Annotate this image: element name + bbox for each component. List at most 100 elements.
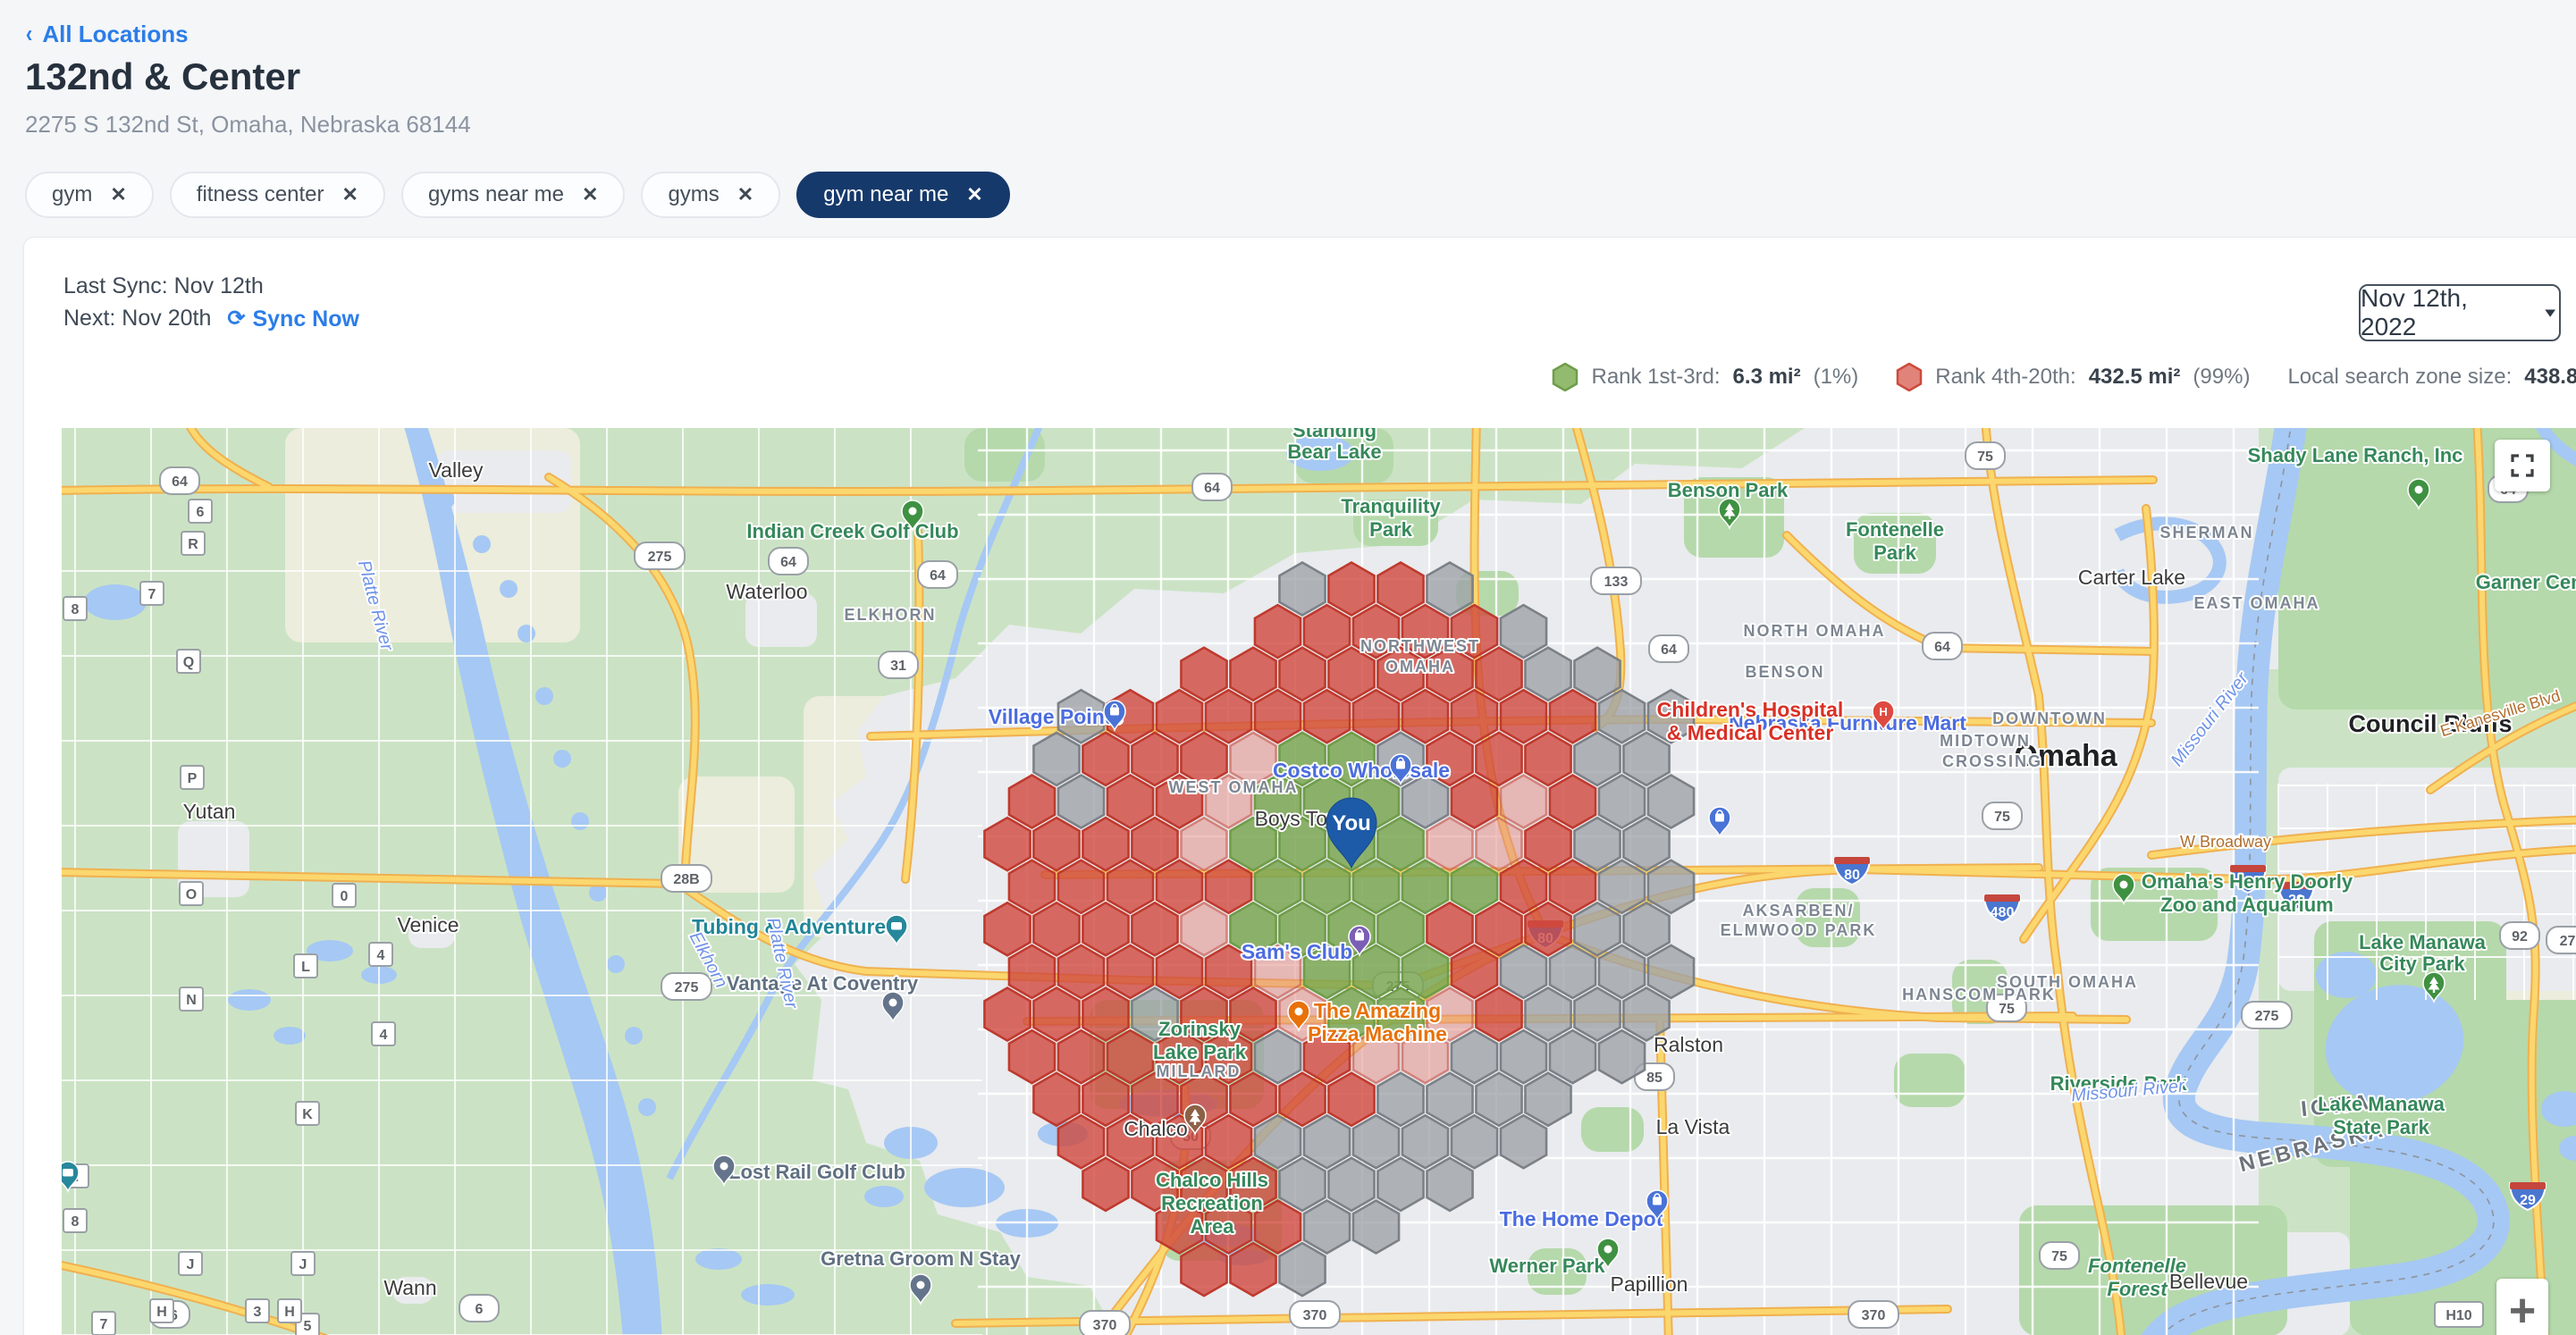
rank-hex-cell [1599, 776, 1645, 828]
rank-hex-cell [1058, 1030, 1104, 1083]
svg-text:3: 3 [254, 1305, 262, 1320]
rank-hex-cell [1328, 648, 1374, 701]
tag-remove-icon[interactable]: ✕ [737, 183, 753, 206]
rank-hex-cell [1255, 1115, 1301, 1168]
map-label: Werner Park [1489, 1255, 1605, 1277]
road-shield: R [181, 532, 205, 555]
back-link-label: All Locations [42, 21, 188, 48]
svg-text:480: 480 [1991, 905, 2015, 920]
keyword-tag-gym[interactable]: gym ✕ [25, 172, 154, 218]
rank-hex-cell [1279, 1243, 1325, 1296]
map-label: MILLARD [1157, 1062, 1242, 1080]
sync-now-button[interactable]: ⟳Sync Now [227, 303, 359, 335]
svg-text:64: 64 [780, 555, 796, 570]
rank-hex-cell [1033, 733, 1079, 785]
road-shield: 31 [879, 651, 918, 678]
svg-text:8: 8 [72, 602, 80, 617]
svg-text:K: K [302, 1107, 313, 1122]
date-dropdown[interactable]: Nov 12th, 2022 ▼ [2359, 284, 2561, 341]
svg-text:64: 64 [930, 568, 946, 584]
tag-remove-icon[interactable]: ✕ [582, 183, 598, 206]
map-label: Benson Park [1668, 479, 1789, 501]
date-dropdown-value: Nov 12th, 2022 [2361, 284, 2525, 341]
rank-hex-cell [1304, 861, 1350, 913]
rank-hex-cell [1550, 861, 1595, 913]
road-shield: 133 [1591, 567, 1641, 594]
map-label: Standing [1292, 428, 1376, 441]
rank-hex-cell [1181, 1243, 1226, 1296]
map-label: Forest [2107, 1278, 2168, 1300]
tag-remove-icon[interactable]: ✕ [110, 183, 126, 206]
legend-green-hex-icon [1552, 363, 1578, 391]
keyword-tags: gym✕fitness center✕gyms near me✕gyms✕gym… [25, 172, 1010, 218]
rank-hex-cell [1623, 903, 1669, 955]
rank-hex-cell [1525, 988, 1570, 1041]
rank-hex-cell [1574, 988, 1620, 1041]
svg-text:275: 275 [648, 550, 672, 565]
keyword-tag-gyms[interactable]: gyms✕ [641, 172, 780, 218]
tag-remove-icon[interactable]: ✕ [342, 183, 358, 206]
road-shield: 275 [635, 542, 685, 569]
map-label: State Park [2333, 1116, 2429, 1138]
map-label: Fontenelle [2088, 1255, 2186, 1277]
keyword-tag-gym-near-me[interactable]: gym near me✕ [796, 172, 1010, 218]
fullscreen-button[interactable] [2495, 440, 2550, 491]
rank-hex-cell [984, 903, 1030, 955]
back-chevron-icon: ‹ [26, 20, 32, 48]
svg-text:370: 370 [1303, 1308, 1327, 1323]
road-shield: 370 [1290, 1301, 1340, 1328]
map-label: Park [1873, 542, 1916, 564]
rank-hex-cell [1009, 776, 1055, 828]
map-label: BENSON [1745, 663, 1824, 681]
map-label: Carter Lake [2078, 566, 2185, 589]
map-label: Lake Park [1153, 1041, 1247, 1063]
map-label: Chalco [1124, 1117, 1188, 1140]
rank-hex-cell [1033, 903, 1079, 955]
svg-text:370: 370 [1862, 1308, 1886, 1323]
map-label: CROSSING [1942, 752, 2042, 770]
rank-hex-cell [1255, 605, 1301, 658]
rank-hex-cell [1377, 903, 1423, 955]
rank-hex-cell [1082, 733, 1128, 785]
rank-hex-cell [1476, 903, 1521, 955]
rank-hex-cell [1107, 861, 1153, 913]
road-shield: 7 [140, 582, 164, 605]
rank-hex-cell [1525, 1073, 1570, 1126]
svg-text:31: 31 [890, 659, 906, 674]
legend-red-label: Rank 4th-20th: [1935, 365, 2075, 390]
tag-label: gym [52, 182, 92, 207]
rank-hex-cell [1427, 818, 1472, 870]
refresh-icon: ⟳ [227, 303, 245, 335]
rank-hex-cell [1279, 648, 1325, 701]
map-label: Tranquility [1341, 495, 1441, 517]
svg-text:H: H [1879, 705, 1887, 718]
road-shield: 64 [1923, 633, 1962, 659]
rank-hex-cell [1230, 1073, 1275, 1126]
legend-red-hex-icon [1896, 363, 1923, 391]
keyword-tag-gyms-near-me[interactable]: gyms near me✕ [401, 172, 626, 218]
keyword-tag-fitness-center[interactable]: fitness center✕ [170, 172, 385, 218]
rank-hex-cell [984, 988, 1030, 1041]
map-label: SHERMAN [2159, 524, 2253, 542]
rank-hex-cell [1452, 1030, 1497, 1083]
map-canvas[interactable]: 6464646464646427527527527527528B31133505… [62, 428, 2576, 1335]
rank-hex-cell [1328, 1073, 1374, 1126]
rank-hex-cell [1525, 818, 1570, 870]
rank-hex-cell [1402, 1115, 1448, 1168]
rank-hex-cell [1181, 648, 1226, 701]
rank-hex-cell [1599, 861, 1645, 913]
rank-hex-cell [1255, 861, 1301, 913]
page-address: 2275 S 132nd St, Omaha, Nebraska 68144 [25, 111, 471, 139]
back-to-all-locations-link[interactable]: ‹ All Locations [25, 20, 189, 48]
svg-text:64: 64 [1934, 640, 1950, 655]
map-label: HANSCOM PARK [1902, 986, 2056, 1003]
zoom-in-button[interactable]: + [2496, 1279, 2548, 1335]
tag-remove-icon[interactable]: ✕ [966, 183, 982, 206]
you-pin-label: You [1332, 811, 1371, 835]
rank-hex-cell [1304, 1115, 1350, 1168]
map-label: Indian Creek Golf Club [746, 520, 958, 542]
rank-hex-cell [1082, 1073, 1128, 1126]
rank-hex-cell [1082, 818, 1128, 870]
road-shield: 275 [2547, 927, 2576, 953]
rank-hex-cell [1574, 733, 1620, 785]
